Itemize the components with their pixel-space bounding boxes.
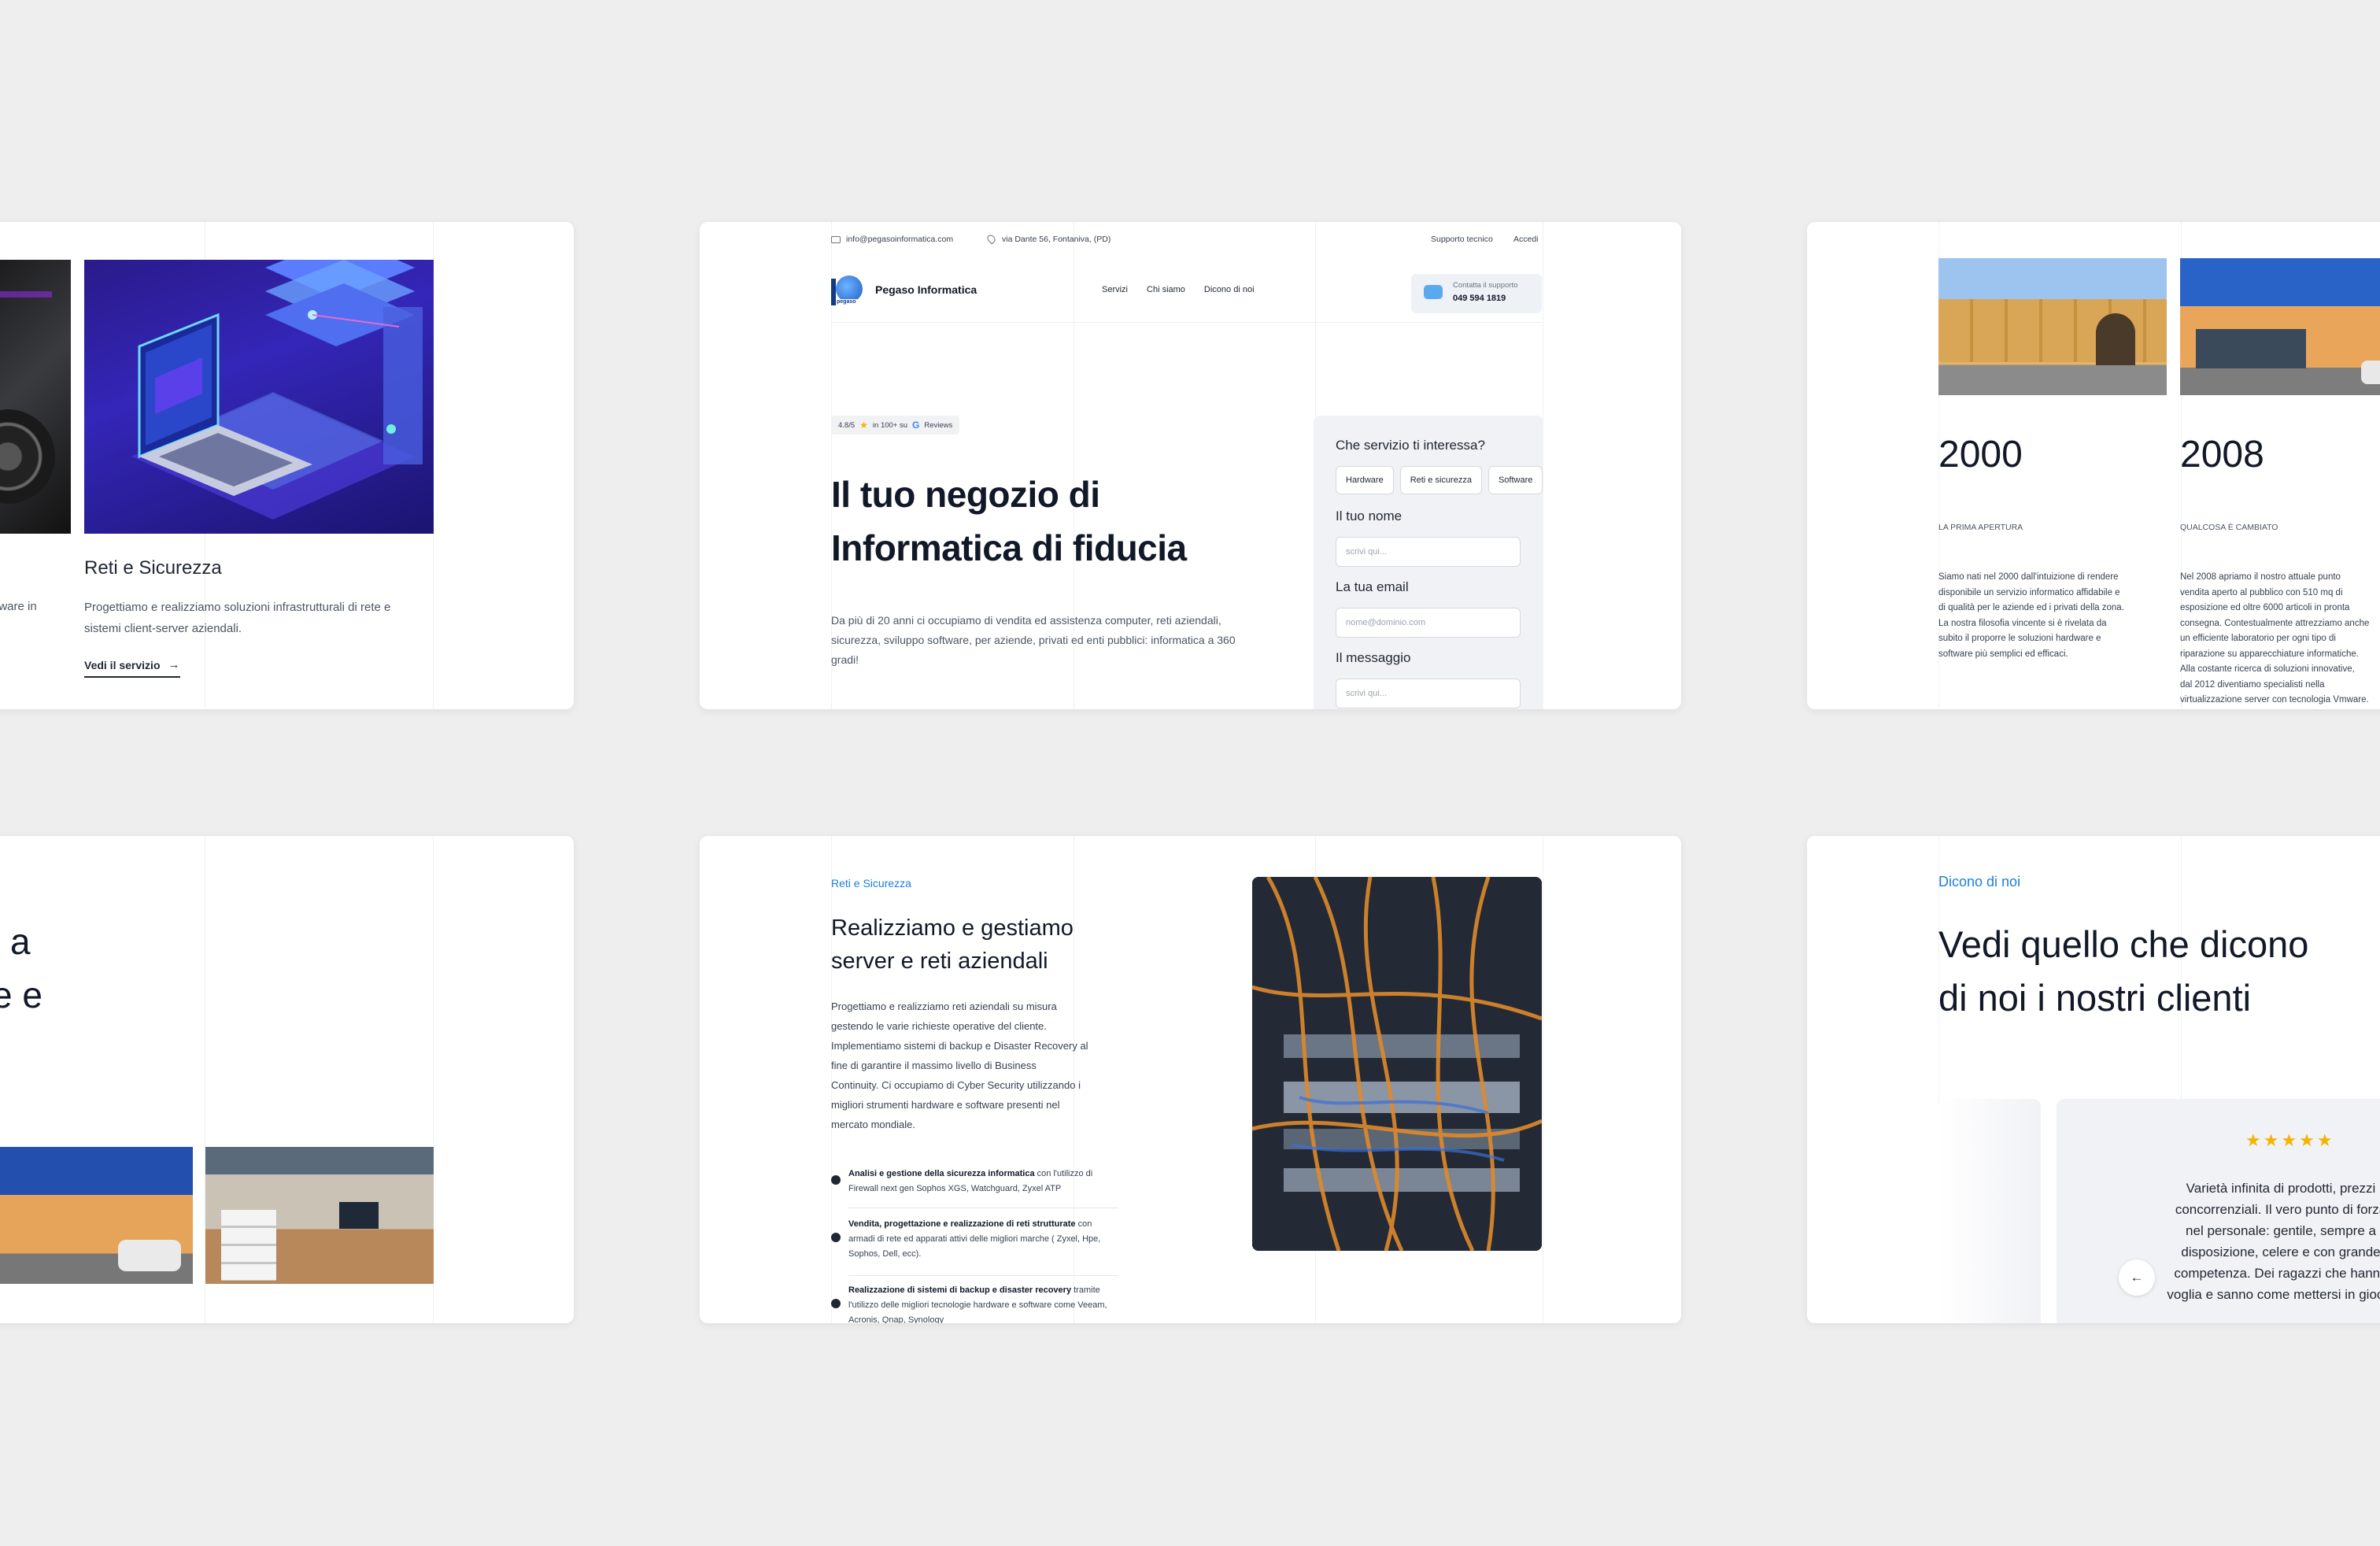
- list-item: Vendita, progettazione e realizzazione d…: [831, 1217, 1118, 1262]
- shop-exterior-photo: [0, 1147, 193, 1284]
- check-icon: [831, 1233, 841, 1242]
- text-2008: Nel 2008 apriamo il nostro attuale punto…: [2180, 572, 2370, 705]
- arrow-right-icon: →: [168, 658, 180, 671]
- address-text: via Dante 56, Fontaniva, (PD): [1002, 235, 1111, 244]
- arrow-left-icon: ←: [2130, 1270, 2144, 1285]
- service-question: Che servizio ti interessa?: [1336, 438, 1485, 453]
- nav-item-dicono-di-noi[interactable]: Dicono di noi: [1204, 285, 1255, 294]
- contact-form: Che servizio ti interessa? Hardware Reti…: [1314, 416, 1543, 709]
- login-link[interactable]: Accedi: [1513, 235, 1539, 244]
- review-card: ★★★★★ Varietà infinita di prodotti, prez…: [2057, 1099, 2380, 1323]
- year-2000: 2000: [1938, 434, 2023, 475]
- rating-stars: ★★★★★: [2245, 1130, 2335, 1150]
- nav-item-chi-siamo[interactable]: Chi siamo: [1147, 285, 1185, 294]
- reviews-eyebrow: Dicono di noi: [1938, 874, 2021, 890]
- feature-list: Analisi e gestione della sicurezza infor…: [831, 1167, 1122, 1323]
- year-2008: 2008: [2180, 434, 2264, 475]
- message-input[interactable]: scrivi qui...: [1336, 679, 1521, 708]
- network-card: Reti e Sicurezza Realizziamo e gestiamo …: [700, 836, 1681, 1323]
- hero-card: info@pegasoinformatica.com via Dante 56,…: [700, 222, 1681, 709]
- support-label: Contatta il supporto: [1453, 281, 1518, 290]
- email-icon: [831, 236, 841, 243]
- network-description: Progettiamo e realizziamo reti aziendali…: [831, 1000, 1088, 1130]
- email-link[interactable]: info@pegasoinformatica.com: [846, 235, 953, 244]
- hero-title: Il tuo negozio di Informatica di fiducia: [831, 474, 1187, 568]
- storefront-photo-2008: [2180, 258, 2380, 395]
- reviews-title: Vedi quello che dicono di noi i nostri c…: [1938, 923, 2309, 1019]
- gpu-image: [0, 260, 71, 534]
- main-nav: Servizi Chi siamo Dicono di noi: [1102, 285, 1255, 294]
- top-bar: info@pegasoinformatica.com via Dante 56,…: [831, 233, 1543, 252]
- list-item: Analisi e gestione della sicurezza infor…: [831, 1167, 1118, 1196]
- option-reti-sicurezza[interactable]: Reti e sicurezza: [1399, 466, 1482, 494]
- brand-logo[interactable]: pegaso: [831, 276, 863, 307]
- chat-bubble-icon: [1424, 285, 1443, 299]
- service-link[interactable]: Vedi il servizio →: [84, 658, 180, 678]
- service-description: Progettiamo e realizziamo soluzioni infr…: [84, 601, 391, 635]
- shop-interior-photo: [205, 1147, 434, 1284]
- services-preview-card: dware in Reti e Sicurezza Progettiamo e …: [0, 222, 574, 709]
- site-header: pegaso Pegaso Informatica Servizi Chi si…: [831, 274, 1543, 323]
- rating-badge[interactable]: 4.8/5 ★ in 100+ su G Reviews: [831, 416, 960, 435]
- caption-2000: LA PRIMA APERTURA: [1938, 523, 2023, 532]
- rating-score: 4.8/5: [838, 420, 856, 430]
- logo-text: pegaso: [836, 299, 857, 305]
- rating-reviews: Reviews: [924, 420, 953, 430]
- hero-description: Da più di 20 anni ci occupiamo di vendit…: [831, 614, 1236, 666]
- network-eyebrow: Reti e Sicurezza: [831, 877, 911, 890]
- list-item: Realizzazione di sistemi di backup e dis…: [831, 1283, 1118, 1323]
- location-pin-icon: [985, 233, 997, 245]
- network-title: Realizziamo e gestiamo server e reti azi…: [831, 915, 1074, 974]
- history-card: 2000 2008 LA PRIMA APERTURA QUALCOSA È C…: [1807, 222, 2380, 709]
- option-hardware[interactable]: Hardware: [1336, 466, 1394, 494]
- carousel-prev-button[interactable]: ←: [2119, 1259, 2155, 1296]
- name-label: Il tuo nome: [1336, 509, 1402, 523]
- name-input[interactable]: scrivi qui...: [1336, 537, 1521, 567]
- brand-name[interactable]: Pegaso Informatica: [875, 283, 977, 296]
- email-label: La tua email: [1336, 579, 1409, 594]
- rating-text: in 100+ su: [872, 420, 908, 430]
- check-icon: [831, 1175, 841, 1185]
- service-title: Reti e Sicurezza: [84, 557, 222, 579]
- text-2000: Siamo nati nel 2000 dall'intuizione di r…: [1938, 572, 2124, 659]
- about-title-partial: i a e e: [0, 921, 42, 1015]
- support-phone: 049 594 1819: [1453, 294, 1506, 303]
- about-preview-card: i a e e: [0, 836, 574, 1323]
- caption-2008: QUALCOSA È CAMBIATO: [2180, 523, 2278, 532]
- review-card-prev: [1938, 1099, 2041, 1323]
- services-partial-text: dware in: [0, 600, 37, 613]
- email-input[interactable]: nome@dominio.com: [1336, 608, 1521, 638]
- network-security-illustration: [84, 260, 434, 534]
- storefront-photo-2000: [1938, 258, 2167, 395]
- review-text: Varietà infinita di prodotti, prezzi con…: [2167, 1181, 2380, 1302]
- google-icon: G: [912, 420, 920, 431]
- message-label: Il messaggio: [1336, 650, 1411, 665]
- option-software[interactable]: Software: [1488, 466, 1543, 494]
- server-rack-photo: [1252, 877, 1542, 1251]
- nav-item-servizi[interactable]: Servizi: [1102, 285, 1128, 294]
- support-link[interactable]: Supporto tecnico: [1431, 235, 1493, 244]
- support-contact-button[interactable]: Contatta il supporto 049 594 1819: [1411, 274, 1542, 313]
- star-icon: ★: [859, 420, 868, 431]
- check-icon: [831, 1299, 841, 1308]
- reviews-card: Dicono di noi Vedi quello che dicono di …: [1807, 836, 2380, 1323]
